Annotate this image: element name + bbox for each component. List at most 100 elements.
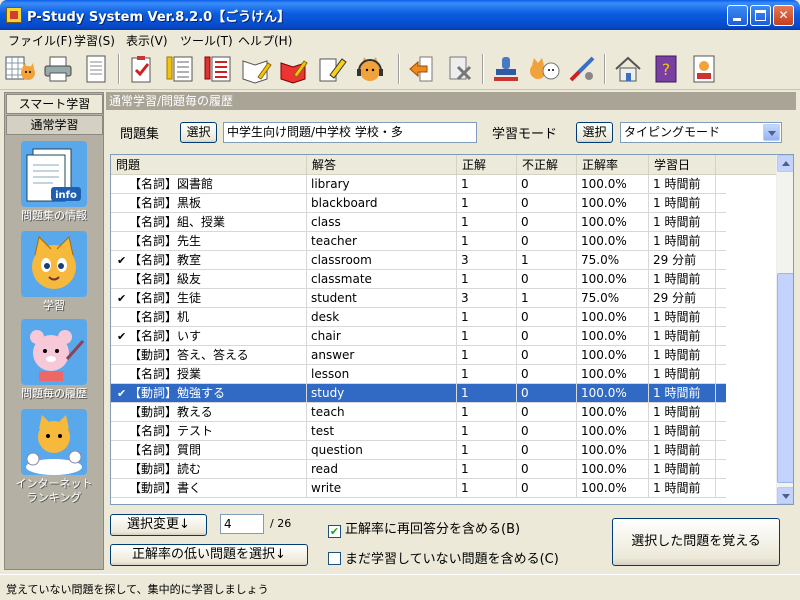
document-icon[interactable] [80,53,112,85]
maximize-button[interactable] [750,5,771,26]
column-header-rate[interactable]: 正解率 [577,155,649,175]
selected-count-input[interactable]: 4 [220,514,264,534]
help-book-icon[interactable]: ? [650,53,682,85]
study-mode-combo[interactable]: タイピングモード [620,122,782,143]
table-row[interactable]: 【名詞】質問 question 1 0 100.0% 1 時間前 [111,441,726,460]
menu-file[interactable]: ファイル(F) [8,32,72,49]
sidebar-item-study[interactable]: 学習 [5,231,103,313]
stamp-icon[interactable] [490,53,522,85]
cell-rate: 100.0% [577,232,649,251]
menu-view[interactable]: 表示(V) [126,32,168,49]
sidebar-item-history[interactable]: 問題毎の履歴 [5,319,103,401]
tools-icon[interactable] [566,53,598,85]
cat-dog-icon[interactable] [528,53,560,85]
cell-date: 1 時間前 [649,422,716,441]
scroll-up-icon[interactable] [777,155,793,172]
table-row[interactable]: 【名詞】級友 classmate 1 0 100.0% 1 時間前 [111,270,726,289]
cell-correct: 1 [457,441,517,460]
sidebar-item-ranking[interactable]: インターネット ランキング [5,409,103,505]
scroll-down-icon[interactable] [777,487,793,504]
list-pencil-icon[interactable] [164,53,196,85]
cell-question: 【名詞】生徒 [111,289,307,308]
cell-answer: study [307,384,457,403]
cell-incorrect: 1 [517,289,577,308]
table-row[interactable]: ✔ 【名詞】教室 classroom 3 1 75.0% 29 分前 [111,251,726,270]
menu-study[interactable]: 学習(S) [74,32,115,49]
table-row[interactable]: 【名詞】組、授業 class 1 0 100.0% 1 時間前 [111,213,726,232]
table-row[interactable]: 【動詞】答え、答える answer 1 0 100.0% 1 時間前 [111,346,726,365]
include-reanswer-checkbox[interactable]: ✔ 正解率に再回答分を含める(B) [328,518,520,538]
toolbar-separator [604,54,606,84]
include-unstudied-checkbox[interactable]: まだ学習していない問題を含める(C) [328,548,559,567]
table-row[interactable]: 【名詞】机 desk 1 0 100.0% 1 時間前 [111,308,726,327]
cell-date: 29 分前 [649,251,716,270]
grid-cat-icon[interactable] [4,53,36,85]
cell-incorrect: 0 [517,194,577,213]
close-button[interactable]: ✕ [773,5,794,26]
menu-help[interactable]: ヘルプ(H) [238,32,292,49]
cell-correct: 1 [457,460,517,479]
table-row[interactable]: 【動詞】教える teach 1 0 100.0% 1 時間前 [111,403,726,422]
cell-rate: 100.0% [577,213,649,232]
cell-incorrect: 0 [517,365,577,384]
home-icon[interactable] [612,53,644,85]
chevron-down-icon[interactable] [763,124,780,141]
profile-card-icon[interactable] [688,53,720,85]
cell-date: 1 時間前 [649,441,716,460]
tab-smart-study[interactable]: スマート学習 [6,94,103,114]
column-header-correct[interactable]: 正解 [457,155,517,175]
mode-select-button[interactable]: 選択 [576,122,613,143]
printer-icon[interactable] [42,53,74,85]
cell-question: 【動詞】答え、答える [111,346,307,365]
column-header-question[interactable]: 問題 [111,155,307,175]
cell-rate: 100.0% [577,441,649,460]
table-row[interactable]: ✔ 【名詞】いす chair 1 0 100.0% 1 時間前 [111,327,726,346]
cell-correct: 1 [457,403,517,422]
memorize-selected-button[interactable]: 選択した問題を覚える [612,518,780,566]
arrow-left-icon[interactable] [406,53,438,85]
table-row[interactable]: 【名詞】図書館 library 1 0 100.0% 1 時間前 [111,175,726,194]
problemset-select-button[interactable]: 選択 [180,122,217,143]
minimize-button[interactable] [727,5,748,26]
cell-answer: answer [307,346,457,365]
table-scrollbar[interactable] [776,155,793,504]
problemset-value: 中学生向け問題/中学校 学校・多 [227,125,403,139]
cat-headphones-icon[interactable] [354,53,386,85]
sidebar-item-info[interactable]: info 問題集の情報 [5,141,103,223]
highlighter-icon[interactable] [316,53,348,85]
clipboard-check-icon[interactable] [126,53,158,85]
column-header-date[interactable]: 学習日 [649,155,716,175]
table-row[interactable]: 【動詞】書く write 1 0 100.0% 1 時間前 [111,479,726,498]
cell-answer: class [307,213,457,232]
table-row[interactable]: 【名詞】黒板 blackboard 1 0 100.0% 1 時間前 [111,194,726,213]
change-selection-button[interactable]: 選択変更↓ [110,514,207,536]
book-red-pen-icon[interactable] [278,53,310,85]
cell-answer: teacher [307,232,457,251]
menu-tools[interactable]: ツール(T) [180,32,233,49]
cell-incorrect: 0 [517,327,577,346]
cell-correct: 1 [457,213,517,232]
sidebar-item-label: インターネット ランキング [15,477,93,504]
svg-text:?: ? [662,60,671,79]
cell-correct: 1 [457,175,517,194]
cell-date: 1 時間前 [649,365,716,384]
table-row[interactable]: 【動詞】読む read 1 0 100.0% 1 時間前 [111,460,726,479]
table-row[interactable]: 【名詞】テスト test 1 0 100.0% 1 時間前 [111,422,726,441]
book-pen-icon[interactable] [240,53,272,85]
column-header-incorrect[interactable]: 不正解 [517,155,577,175]
table-row[interactable]: 【名詞】授業 lesson 1 0 100.0% 1 時間前 [111,365,726,384]
column-header-answer[interactable]: 解答 [307,155,457,175]
cell-answer: blackboard [307,194,457,213]
cell-incorrect: 1 [517,251,577,270]
table-row[interactable]: 【名詞】先生 teacher 1 0 100.0% 1 時間前 [111,232,726,251]
table-row[interactable]: ✔ 【動詞】勉強する study 1 0 100.0% 1 時間前 [111,384,726,403]
cell-incorrect: 0 [517,213,577,232]
scroll-thumb[interactable] [777,273,793,483]
delete-card-icon[interactable] [444,53,476,85]
problemset-combo[interactable]: 中学生向け問題/中学校 学校・多 [223,122,477,143]
table-row[interactable]: ✔ 【名詞】生徒 student 3 1 75.0% 29 分前 [111,289,726,308]
list-red-icon[interactable] [202,53,234,85]
select-low-rate-button[interactable]: 正解率の低い問題を選択↓ [110,544,308,566]
toolbar-separator [118,54,120,84]
tab-normal-study[interactable]: 通常学習 [6,115,103,135]
